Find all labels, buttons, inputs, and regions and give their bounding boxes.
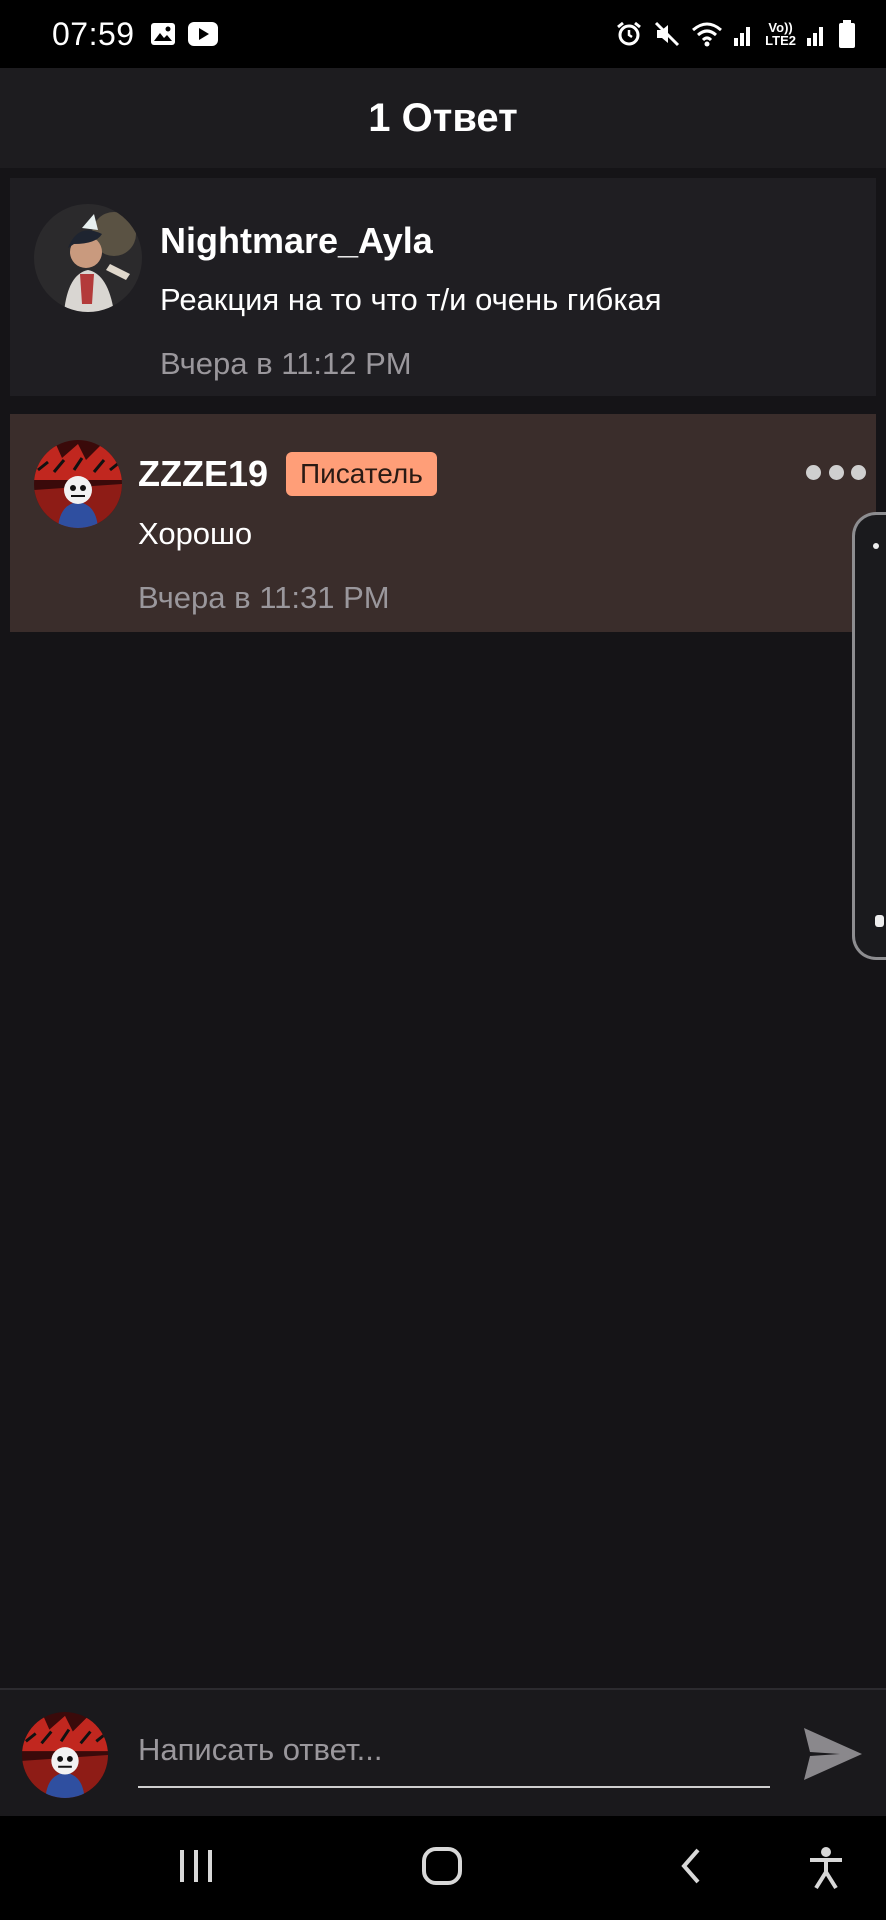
signal-icon xyxy=(733,20,755,48)
reply-input[interactable] xyxy=(138,1714,770,1788)
page-title: 1 Ответ xyxy=(368,95,518,140)
author-name[interactable]: Nightmare_Ayla xyxy=(160,220,433,262)
comment-text: Хорошо xyxy=(138,516,253,551)
header: 1 Ответ xyxy=(0,68,886,168)
comment-time: Вчера в 11:12 PM xyxy=(160,346,412,381)
home-icon xyxy=(422,1847,462,1885)
reply-bar xyxy=(0,1688,886,1816)
avatar[interactable] xyxy=(34,440,122,528)
reply-comment[interactable]: ZZZE19 Писатель Хорошо Вчера в 11:31 PM xyxy=(10,414,876,632)
send-icon xyxy=(804,1728,862,1780)
current-user-avatar xyxy=(22,1712,108,1798)
edge-dot-icon xyxy=(873,543,879,549)
comment-body: Nightmare_Ayla Реакция на то что т/и оче… xyxy=(160,220,662,382)
wifi-icon xyxy=(691,20,723,48)
back-button[interactable] xyxy=(676,1846,706,1891)
send-button[interactable] xyxy=(800,1724,866,1784)
status-bar: 07:59 Vo)) LTE2 xyxy=(0,0,886,68)
gallery-icon xyxy=(149,21,177,47)
recent-apps-icon xyxy=(180,1850,212,1882)
more-dot-icon xyxy=(851,464,866,480)
edge-panel-handle[interactable] xyxy=(852,512,886,960)
back-icon xyxy=(681,1848,700,1884)
youtube-icon xyxy=(187,20,219,48)
edge-tool-icon xyxy=(875,915,884,927)
status-time: 07:59 xyxy=(52,15,135,52)
battery-icon xyxy=(838,19,856,49)
accessibility-icon xyxy=(810,1847,842,1890)
status-left-icons xyxy=(149,20,219,48)
signal-icon-2 xyxy=(806,20,828,48)
author-name[interactable]: ZZZE19 xyxy=(138,453,268,495)
alarm-icon xyxy=(615,20,643,48)
author-row: Nightmare_Ayla xyxy=(160,220,662,262)
app-root: 07:59 Vo)) LTE2 1 Ответ Nightmare_Ayla Р… xyxy=(0,0,886,1920)
home-button[interactable] xyxy=(420,1846,464,1891)
comment-text: Реакция на то что т/и очень гибкая xyxy=(160,282,662,317)
avatar[interactable] xyxy=(34,204,142,312)
accessibility-button[interactable] xyxy=(806,1846,846,1895)
status-right-icons: Vo)) LTE2 xyxy=(615,19,856,49)
parent-comment[interactable]: Nightmare_Ayla Реакция на то что т/и оче… xyxy=(10,178,876,396)
mute-icon xyxy=(653,20,681,48)
more-options-button[interactable] xyxy=(806,458,866,486)
comment-body: ZZZE19 Писатель Хорошо Вчера в 11:31 PM xyxy=(138,452,437,616)
comment-time: Вчера в 11:31 PM xyxy=(138,580,390,615)
role-badge: Писатель xyxy=(286,452,437,496)
network-label: Vo)) LTE2 xyxy=(765,20,796,48)
recent-apps-button[interactable] xyxy=(176,1846,216,1891)
navigation-bar xyxy=(0,1816,886,1920)
author-row: ZZZE19 Писатель xyxy=(138,452,437,496)
more-dot-icon xyxy=(806,464,821,480)
more-dot-icon xyxy=(828,464,844,480)
